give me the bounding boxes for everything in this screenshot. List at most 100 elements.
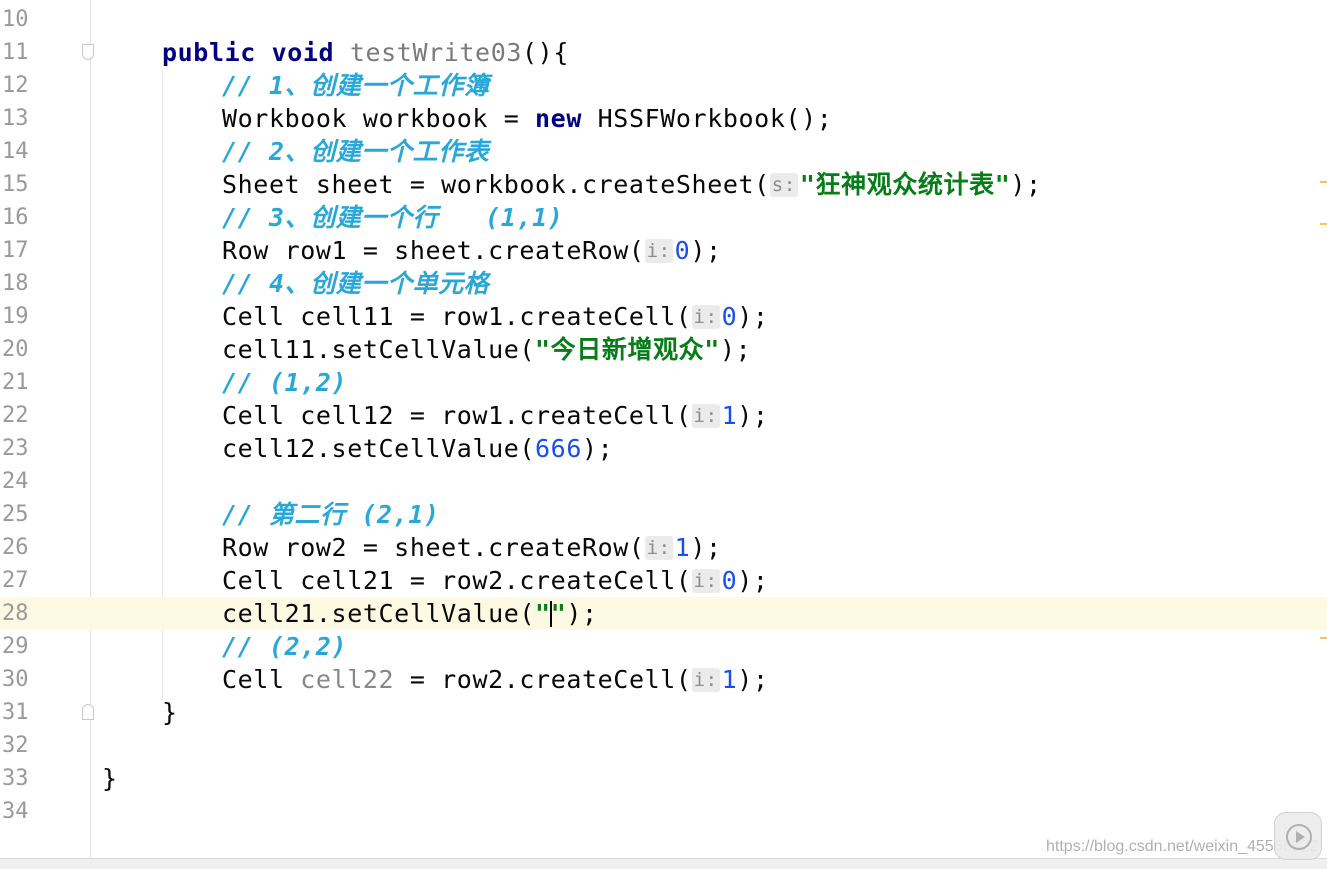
- code-editor[interactable]: 10 11 public void testWrite03(){12// 1、创建一…: [0, 0, 1327, 869]
- code-text[interactable]: // 3、创建一个行 (1,1): [222, 201, 563, 234]
- play-icon[interactable]: [1274, 812, 1322, 860]
- code-line[interactable]: 16 // 3、创建一个行 (1,1): [0, 201, 1327, 234]
- line-number: 21: [2, 370, 29, 395]
- code-text[interactable]: Cell cell11 = row1.createCell(i: 0);: [222, 300, 769, 333]
- code-line[interactable]: 30 Cell cell22 = row2.createCell(i: 1);: [0, 663, 1327, 696]
- line-number: 16: [2, 205, 29, 230]
- line-number: 17: [2, 238, 29, 263]
- code-line[interactable]: 29 // (2,2): [0, 630, 1327, 663]
- code-text[interactable]: }: [162, 696, 178, 729]
- code-line[interactable]: 19 Cell cell11 = row1.createCell(i: 0);: [0, 300, 1327, 333]
- code-line[interactable]: 28 cell21.setCellValue("");: [0, 597, 1327, 630]
- code-text[interactable]: Cell cell21 = row2.createCell(i: 0);: [222, 564, 769, 597]
- code-line[interactable]: 10: [0, 3, 1327, 36]
- code-text[interactable]: cell12.setCellValue(666);: [222, 432, 613, 465]
- code-line[interactable]: 18 // 4、创建一个单元格: [0, 267, 1327, 300]
- code-token: cell21.setCellValue(: [222, 599, 536, 628]
- code-line[interactable]: 33}: [0, 762, 1327, 795]
- code-line[interactable]: 23 cell12.setCellValue(666);: [0, 432, 1327, 465]
- code-token: );: [690, 236, 722, 265]
- code-token: HSSFWorkbook();: [582, 104, 833, 133]
- code-line[interactable]: 27 Cell cell21 = row2.createCell(i: 0);: [0, 564, 1327, 597]
- code-line[interactable]: 31}: [0, 696, 1327, 729]
- code-line[interactable]: 25 // 第二行 (2,1): [0, 498, 1327, 531]
- code-token: );: [737, 566, 769, 595]
- code-token: }: [162, 698, 178, 727]
- code-line[interactable]: 20 cell11.setCellValue("今日新增观众");: [0, 333, 1327, 366]
- scroll-marker[interactable]: [1320, 223, 1327, 225]
- line-number: 10: [2, 7, 29, 32]
- code-text[interactable]: // (2,2): [222, 630, 347, 663]
- number-literal: 0: [674, 236, 691, 265]
- code-text[interactable]: cell11.setCellValue("今日新增观众");: [222, 333, 751, 366]
- line-number: 19: [2, 304, 29, 329]
- line-number: 13: [2, 106, 29, 131]
- code-token: );: [582, 434, 614, 463]
- code-line[interactable]: 22 Cell cell12 = row1.createCell(i: 1);: [0, 399, 1327, 432]
- line-number: 31: [2, 700, 29, 725]
- string-literal: "今日新增观众": [535, 335, 720, 364]
- code-line[interactable]: 26 Row row2 = sheet.createRow(i: 1);: [0, 531, 1327, 564]
- code-token: Cell cell21 = row2.createCell(: [222, 566, 692, 595]
- code-token: (){: [522, 38, 569, 67]
- scroll-marker[interactable]: [1320, 637, 1327, 639]
- scroll-marker[interactable]: [1320, 181, 1327, 183]
- code-text[interactable]: Cell cell12 = row1.createCell(i: 1);: [222, 399, 769, 432]
- code-line[interactable]: 21 // (1,2): [0, 366, 1327, 399]
- comment: // 1、创建一个工作簿: [222, 71, 490, 100]
- line-number: 24: [2, 469, 29, 494]
- number-literal: 1: [721, 665, 738, 694]
- code-text[interactable]: cell21.setCellValue("");: [222, 597, 598, 630]
- number-literal: 1: [721, 401, 738, 430]
- line-number: 32: [2, 733, 29, 758]
- code-token: Row row1 = sheet.createRow(: [222, 236, 645, 265]
- comment: // 4、创建一个单元格: [222, 269, 490, 298]
- parameter-hint: i:: [691, 569, 720, 593]
- code-text[interactable]: Workbook workbook = new HSSFWorkbook();: [222, 102, 832, 135]
- code-text[interactable]: // (1,2): [222, 366, 347, 399]
- code-text[interactable]: Row row2 = sheet.createRow(i: 1);: [222, 531, 722, 564]
- code-text[interactable]: }: [102, 762, 118, 795]
- code-token: Row row2 = sheet.createRow(: [222, 533, 645, 562]
- code-line[interactable]: 12 // 1、创建一个工作簿: [0, 69, 1327, 102]
- keyword: void: [271, 38, 335, 67]
- code-text[interactable]: public void testWrite03(){: [162, 36, 569, 69]
- code-line[interactable]: 15 Sheet sheet = workbook.createSheet(s: "…: [0, 168, 1327, 201]
- fold-marker-icon[interactable]: [82, 44, 94, 60]
- code-text[interactable]: // 4、创建一个单元格: [222, 267, 489, 300]
- comment: // 第二行 (2,1): [222, 500, 440, 529]
- code-line[interactable]: 24: [0, 465, 1327, 498]
- parameter-hint: i:: [691, 305, 720, 329]
- code-line[interactable]: 32: [0, 729, 1327, 762]
- code-line[interactable]: 14 // 2、创建一个工作表: [0, 135, 1327, 168]
- code-token: );: [737, 302, 769, 331]
- code-line[interactable]: 34: [0, 795, 1327, 828]
- comment: // (1,2): [222, 368, 348, 397]
- code-token: );: [719, 335, 752, 364]
- parameter-hint: s:: [769, 173, 798, 197]
- line-number: 34: [2, 799, 29, 824]
- code-line[interactable]: 11 public void testWrite03(){: [0, 36, 1327, 69]
- code-token: cell11.setCellValue(: [222, 335, 536, 364]
- code-text[interactable]: // 1、创建一个工作簿: [222, 69, 489, 102]
- line-number: 26: [2, 535, 29, 560]
- code-text[interactable]: Cell cell22 = row2.createCell(i: 1);: [222, 663, 769, 696]
- code-text[interactable]: Sheet sheet = workbook.createSheet(s: "狂神…: [222, 168, 1042, 201]
- line-number: 23: [2, 436, 29, 461]
- code-token: Cell: [222, 665, 301, 694]
- code-line[interactable]: 17 Row row1 = sheet.createRow(i: 0);: [0, 234, 1327, 267]
- line-number: 11: [2, 40, 29, 65]
- code-token: );: [737, 665, 769, 694]
- code-text[interactable]: // 第二行 (2,1): [222, 498, 440, 531]
- code-line[interactable]: 13 Workbook workbook = new HSSFWorkbook()…: [0, 102, 1327, 135]
- code-token: }: [102, 764, 118, 793]
- code-text[interactable]: // 2、创建一个工作表: [222, 135, 489, 168]
- number-literal: 666: [535, 434, 582, 463]
- code-text[interactable]: Row row1 = sheet.createRow(i: 0);: [222, 234, 722, 267]
- comment: // 2、创建一个工作表: [222, 137, 490, 166]
- string-literal: "狂神观众统计表": [799, 170, 1011, 199]
- fold-marker-icon[interactable]: [82, 704, 94, 720]
- parameter-hint: i:: [691, 668, 720, 692]
- comment: // 3、创建一个行 (1,1): [222, 203, 564, 232]
